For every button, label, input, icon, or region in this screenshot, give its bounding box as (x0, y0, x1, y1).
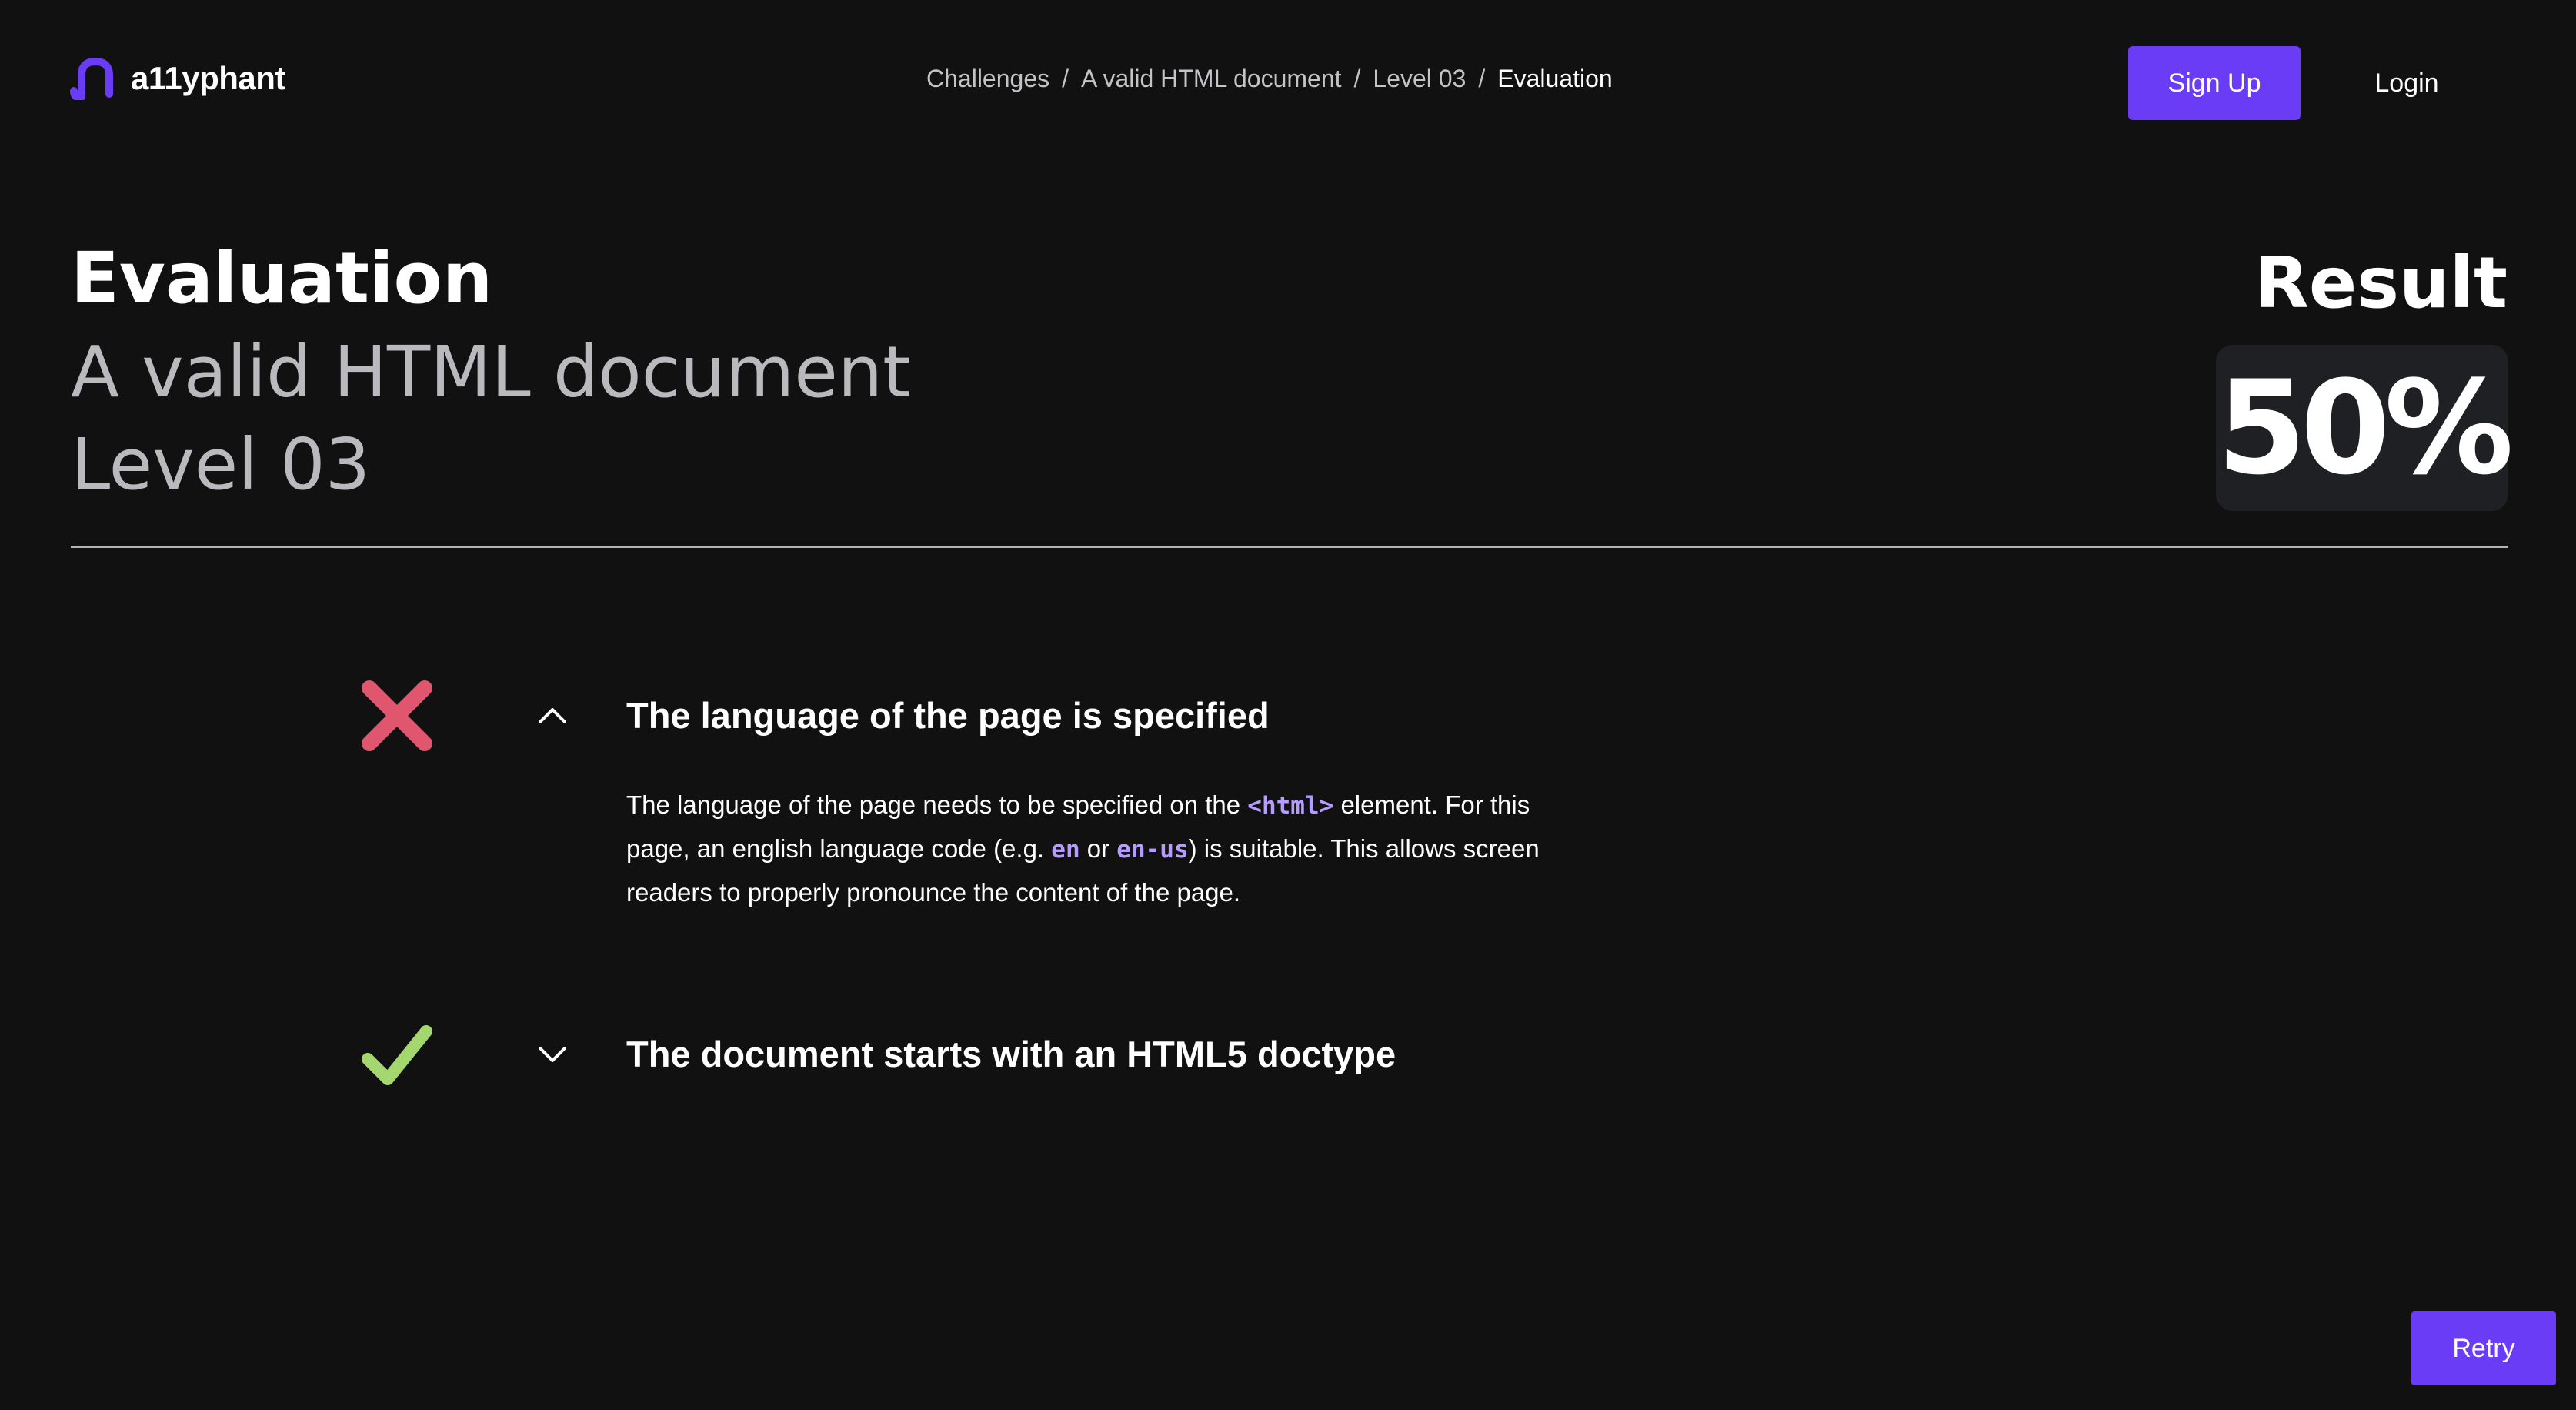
code-language-en-us: en-us (1116, 836, 1189, 864)
code-html-element: <html> (1247, 792, 1334, 820)
sign-up-button[interactable]: Sign Up (2128, 46, 2301, 120)
expand-details-button[interactable] (532, 1034, 572, 1074)
breadcrumb-separator: / (1478, 65, 1486, 92)
chevron-down-icon (539, 1047, 566, 1062)
description-text: The language of the page needs to be spe… (626, 790, 1248, 819)
result-score: 50% (2216, 352, 2514, 503)
a11yphant-logo-icon (70, 57, 113, 100)
challenge-level: Level 03 (71, 423, 371, 506)
check-title: The document starts with an HTML5 doctyp… (626, 1034, 1396, 1074)
divider (71, 546, 2508, 548)
checkmark-icon (362, 1025, 432, 1085)
result-score-box: 50% (2216, 345, 2514, 511)
retry-button[interactable]: Retry (2411, 1311, 2556, 1385)
login-button[interactable]: Login (2339, 46, 2474, 120)
breadcrumb-separator: / (1062, 65, 1069, 92)
result-label: Result (2254, 242, 2508, 324)
check-description: The language of the page needs to be spe… (626, 784, 1596, 914)
breadcrumb-challenges[interactable]: Challenges (926, 65, 1049, 93)
breadcrumb-current: Evaluation (1497, 65, 1613, 92)
breadcrumb-separator: / (1353, 65, 1361, 92)
breadcrumb-challenge[interactable]: A valid HTML document (1081, 65, 1342, 93)
challenge-name: A valid HTML document (71, 331, 911, 413)
top-navigation: a11yphant Challenges / A valid HTML docu… (0, 0, 2576, 166)
logo-home-link[interactable]: a11yphant (68, 57, 285, 100)
collapse-details-button[interactable] (532, 696, 572, 736)
evaluation-heading: Evaluation A valid HTML document Level 0… (71, 231, 910, 511)
check-title: The language of the page is specified (626, 695, 1270, 736)
page-title: Evaluation (71, 237, 493, 319)
logo-text: a11yphant (131, 60, 285, 96)
description-text: or (1079, 834, 1117, 863)
breadcrumb: Challenges / A valid HTML document / Lev… (926, 65, 1613, 93)
code-language-en: en (1051, 836, 1080, 864)
chevron-up-icon (539, 708, 566, 723)
cross-icon (362, 680, 432, 751)
breadcrumb-level[interactable]: Level 03 (1373, 65, 1466, 93)
